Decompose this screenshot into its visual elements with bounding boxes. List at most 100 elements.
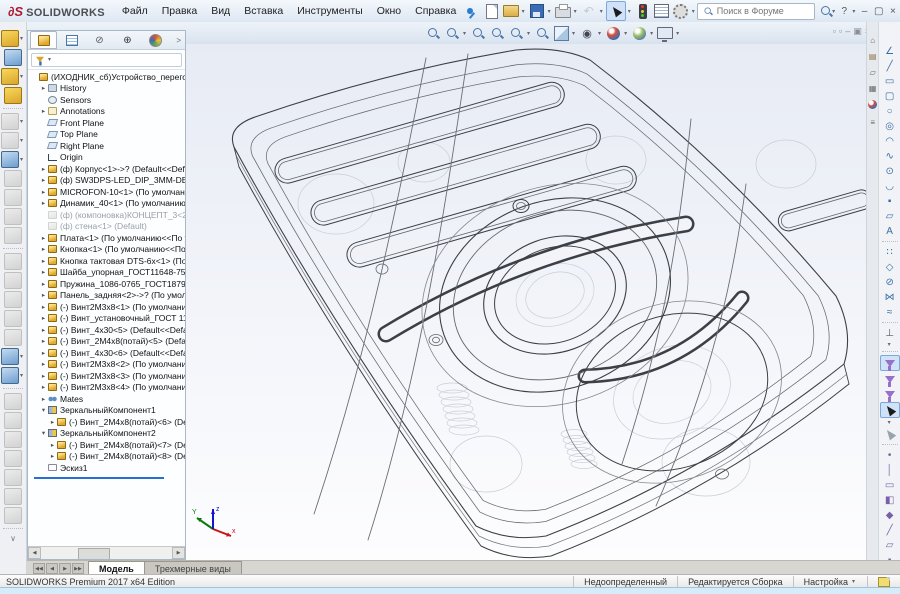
tree-expand-icon[interactable]: ▸	[39, 291, 48, 299]
tree-item-20[interactable]: ▸Панель_задняя<2>->? (По умолчанию<	[28, 290, 185, 302]
sf-surface-button[interactable]: ◧	[881, 493, 899, 507]
solidworks-resources-home-icon[interactable]: ⌂	[870, 36, 875, 45]
apply-scene-dropdown-icon[interactable]: ▾	[650, 30, 653, 37]
view-settings-dropdown-icon[interactable]: ▾	[676, 30, 679, 37]
tree-expand-icon[interactable]: ▾	[39, 406, 48, 414]
rollback-bar[interactable]	[34, 477, 164, 479]
tree-expand-icon[interactable]: ▸	[39, 337, 48, 345]
tree-item-2[interactable]: ▸History	[28, 83, 185, 95]
tree-item-13[interactable]: (ф) (компоновка)КОНЦЕПТ_3<2> (Default	[28, 209, 185, 221]
smart-dimension-button[interactable]: ∠	[881, 44, 899, 58]
tree-item-29[interactable]: ▸Mates	[28, 393, 185, 405]
move-component-dropdown-icon[interactable]: ▾	[20, 137, 23, 144]
smart-fasteners-button[interactable]	[4, 87, 22, 104]
tree-item-32[interactable]: ▾ЗеркальныйКомпонент2	[28, 428, 185, 440]
text-tool-button[interactable]: A	[881, 224, 899, 238]
hide-show-items-dropdown-icon[interactable]: ▾	[598, 30, 601, 37]
tree-item-12[interactable]: ▸Динамик_40<1> (По умолчанию<<По ум	[28, 198, 185, 210]
component-preview-button[interactable]: ▾	[1, 68, 25, 85]
options-gear-dropdown-icon[interactable]: ▾	[692, 8, 695, 15]
doc-restore-icon[interactable]: ▣	[853, 26, 862, 37]
mate-button[interactable]	[4, 49, 22, 66]
feature-e-button[interactable]	[4, 469, 22, 486]
status-config[interactable]: Настройка▾	[793, 576, 867, 587]
tree-expand-icon[interactable]: ▸	[39, 314, 48, 322]
tab-3d-views[interactable]: Трехмерные виды	[145, 561, 242, 575]
edit-component-button[interactable]: ▾	[1, 151, 25, 168]
interference-detection-button[interactable]	[4, 253, 22, 270]
feature-a-button[interactable]	[4, 393, 22, 410]
sketch-line-button[interactable]: ╱	[881, 59, 899, 73]
select-cursor-dropdown-icon[interactable]: ▾	[888, 419, 891, 426]
tree-expand-icon[interactable]: ▸	[39, 268, 48, 276]
exploded-view-button[interactable]	[4, 227, 22, 244]
tree-item-5[interactable]: Front Plane	[28, 117, 185, 129]
spline-tool-dropdown-icon[interactable]: ▾	[20, 372, 23, 379]
tree-item-27[interactable]: ▸(-) Винт2М3х8<3> (По умолчанию<<По у	[28, 370, 185, 382]
tree-item-17[interactable]: ▸Кнопка тактовая DTS-6x<1> (По умолчан	[28, 255, 185, 267]
tree-expand-icon[interactable]: ▸	[39, 326, 48, 334]
mirror-components-button[interactable]: ▾	[1, 348, 25, 365]
feature-c-button[interactable]	[4, 431, 22, 448]
edit-appearance-dropdown-icon[interactable]: ▾	[624, 30, 627, 37]
tree-expand-icon[interactable]: ▸	[39, 176, 48, 184]
tree-expand-icon[interactable]: ▸	[39, 245, 48, 253]
filter-vertices-button[interactable]	[880, 355, 900, 371]
tree-item-10[interactable]: ▸(ф) SW3DPS-LED_DIP_3MM-DEFAULT<1> (	[28, 175, 185, 187]
scroll-thumb[interactable]	[78, 548, 110, 560]
zoom-to-area-button[interactable]	[443, 24, 461, 42]
sf-vertex-button[interactable]: •	[881, 448, 899, 462]
pin-menu-icon[interactable]	[467, 8, 472, 14]
save-button[interactable]	[528, 2, 546, 20]
tree-item-25[interactable]: ▸(-) Винт_4х30<6> (Default<<Default>_Сос…	[28, 347, 185, 359]
file-explorer-icon[interactable]: ▱	[870, 68, 876, 77]
corner-rectangle-2-button[interactable]: ▭	[881, 74, 899, 88]
dock-left-icon[interactable]: ▫	[833, 26, 836, 37]
straight-slot-button[interactable]: ▢	[881, 89, 899, 103]
tree-item-9[interactable]: ▸(ф) Корпус<1>->? (Default<<Default>_Ph	[28, 163, 185, 175]
tree-expand-icon[interactable]: ▸	[39, 303, 48, 311]
tree-expand-icon[interactable]: ▸	[39, 165, 48, 173]
plane-tool-button[interactable]: ▱	[881, 209, 899, 223]
circle-small-button[interactable]: ⊙	[881, 164, 899, 178]
design-library-icon[interactable]: ▤	[869, 52, 877, 61]
tree-item-1[interactable]: (ИХОДНИК_сб)Устройство_переговорное (De	[28, 71, 185, 83]
tree-expand-icon[interactable]: ▸	[39, 234, 48, 242]
undo-button[interactable]: ↶	[580, 2, 598, 20]
tree-item-23[interactable]: ▸(-) Винт_4х30<5> (Default<<Default>_Сос…	[28, 324, 185, 336]
tree-expand-icon[interactable]: ▸	[39, 199, 48, 207]
tree-item-8[interactable]: Origin	[28, 152, 185, 164]
mirror-entities-button[interactable]: ⋈	[881, 290, 899, 304]
edit-appearance-button[interactable]	[604, 24, 622, 42]
tree-expand-icon[interactable]: ▸	[48, 452, 57, 460]
sf-axis-button[interactable]: ╱	[881, 523, 899, 537]
tree-item-6[interactable]: Top Plane	[28, 129, 185, 141]
forum-search[interactable]	[697, 3, 815, 20]
bill-of-materials-button[interactable]	[653, 2, 671, 20]
dock-right-icon[interactable]: ▫	[839, 26, 842, 37]
move-component-button[interactable]: ▾	[1, 132, 25, 149]
options-gear-button[interactable]	[672, 2, 690, 20]
centerpoint-arc-button[interactable]: ◠	[881, 134, 899, 148]
zoom-in-out-button[interactable]	[469, 24, 487, 42]
panel-tabs-expand-icon[interactable]: >	[176, 36, 185, 45]
assembly-features-button[interactable]	[4, 170, 22, 187]
new-document-button[interactable]	[483, 2, 501, 20]
tree-item-31[interactable]: ▸(-) Винт_2М4х8(потай)<6> (Default<<	[28, 416, 185, 428]
tree-expand-icon[interactable]: ▸	[39, 395, 48, 403]
select-cursor-button[interactable]	[880, 402, 900, 418]
tree-item-4[interactable]: ▸Annotations	[28, 106, 185, 118]
trim-entities-button[interactable]: ⊘	[881, 275, 899, 289]
reference-geometry-button[interactable]	[4, 189, 22, 206]
search-scope-icon[interactable]	[819, 4, 831, 18]
view-settings-button[interactable]	[656, 24, 674, 42]
tree-item-7[interactable]: Right Plane	[28, 140, 185, 152]
circle-button[interactable]: ○	[881, 104, 899, 118]
tree-expand-icon[interactable]: ▸	[48, 441, 57, 449]
menu-item-2[interactable]: Правка	[155, 2, 204, 20]
close-button[interactable]: ×	[886, 4, 900, 19]
point-button[interactable]: ▪	[881, 194, 899, 208]
instant-3d-button[interactable]	[4, 329, 22, 346]
lasso-cursor-button[interactable]	[881, 427, 899, 441]
tab-prev-icon[interactable]: ◀	[46, 563, 58, 574]
